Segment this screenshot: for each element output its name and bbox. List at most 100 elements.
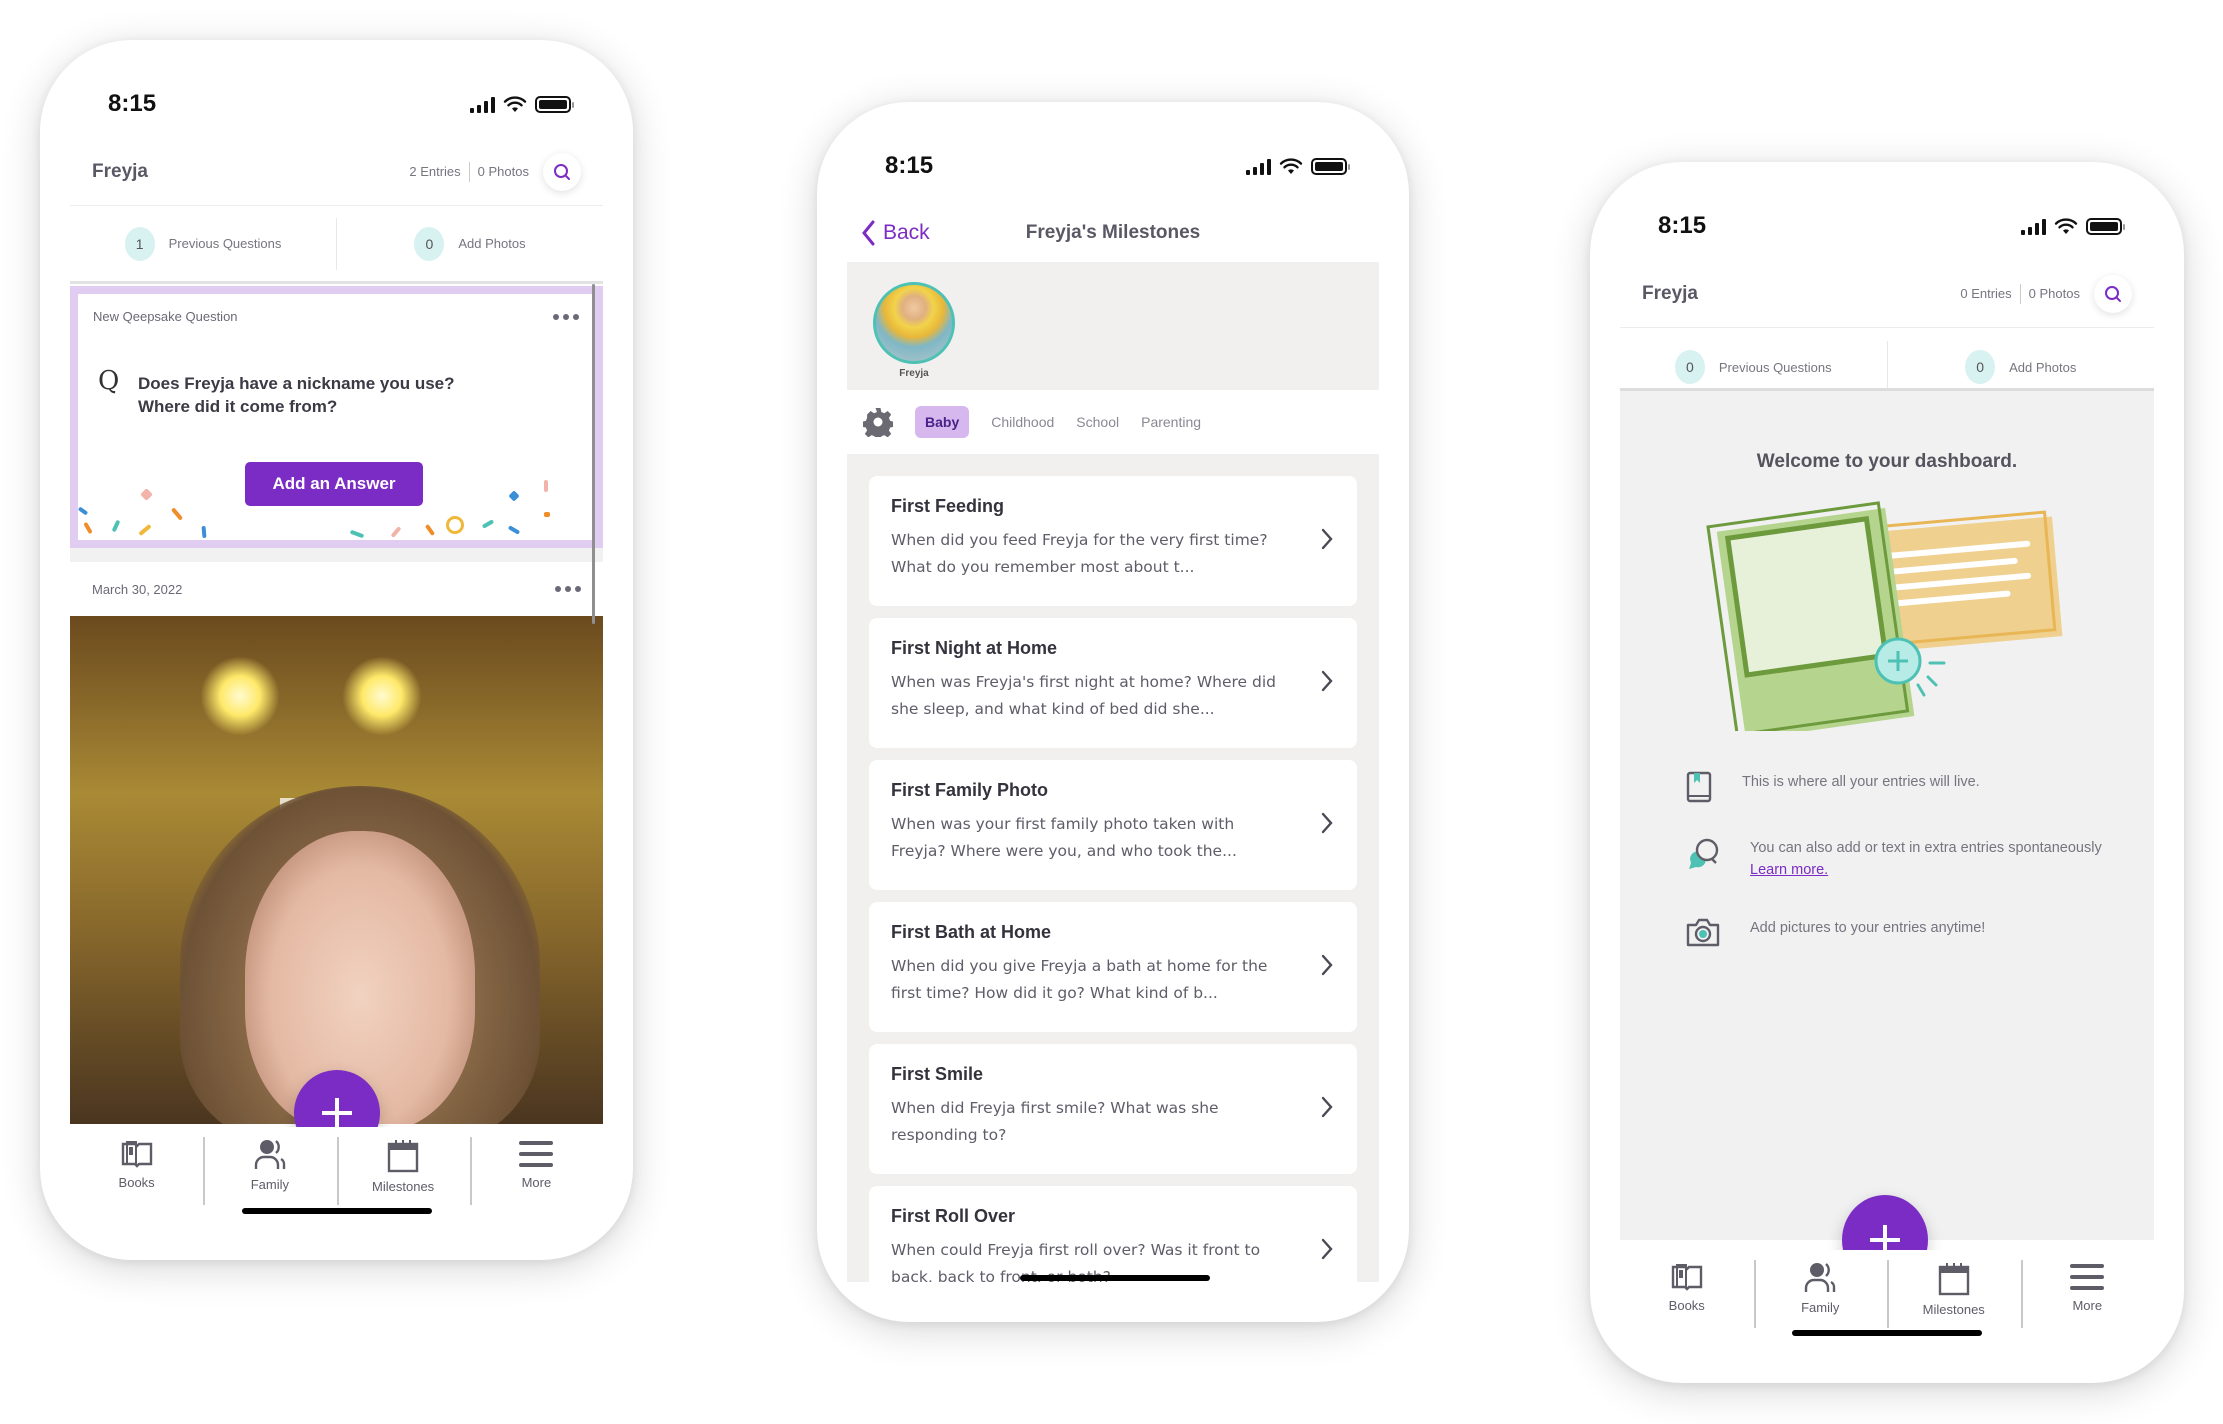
child-avatar[interactable]	[873, 282, 955, 364]
milestone-card[interactable]: First Family Photo When was your first fa…	[869, 760, 1357, 890]
book-icon	[1686, 771, 1712, 803]
previous-questions-button[interactable]: 0 Previous Questions	[1620, 350, 1887, 384]
milestone-card[interactable]: First Feeding When did you feed Freyja fo…	[869, 476, 1357, 606]
milestone-card[interactable]: First Roll Over When could Freyja first r…	[869, 1186, 1357, 1282]
question-card-label: New Qeepsake Question	[93, 309, 238, 324]
info-text-body: You can also add or text in extra entrie…	[1750, 840, 2102, 856]
wifi-icon	[2054, 218, 2078, 234]
calendar-icon	[1938, 1263, 1969, 1296]
question-q-icon: Q	[98, 366, 120, 396]
child-name: Freyja	[1642, 282, 1698, 304]
search-button[interactable]	[543, 152, 581, 191]
previous-questions-label: Previous Questions	[168, 236, 282, 251]
phone-dashboard-screen: 8:15 Freyja 0 Entries 0 Photos 0 Previou…	[1590, 162, 2184, 1383]
milestone-card[interactable]: First Night at Home When was Freyja's fir…	[869, 618, 1357, 748]
tab-baby[interactable]: Baby	[915, 406, 970, 438]
back-label: Back	[883, 221, 930, 244]
family-icon	[1805, 1263, 1836, 1292]
add-answer-button[interactable]: Add an Answer	[245, 462, 423, 506]
info-item-spontaneous: You can also add or text in extra entrie…	[1686, 837, 2102, 881]
tab-school[interactable]: School	[1076, 414, 1119, 430]
entries-count: 0 Entries	[1960, 286, 2012, 301]
photos-count: 0 Photos	[2028, 286, 2080, 301]
milestone-title: First Roll Over	[891, 1206, 1016, 1226]
tab-books[interactable]: Books	[70, 1127, 203, 1207]
tab-label: Family	[250, 1177, 290, 1192]
tab-family[interactable]: Family	[203, 1127, 336, 1207]
gear-icon[interactable]	[863, 407, 893, 437]
home-indicator[interactable]	[1020, 1275, 1210, 1281]
entry-photo[interactable]	[70, 616, 603, 1124]
question-line-2: Where did it come from?	[138, 397, 338, 416]
dashboard-panel: Welcome to your dashboard. This is where…	[1620, 388, 2154, 1240]
plus-icon	[322, 1098, 352, 1128]
tab-books[interactable]: Books	[1620, 1250, 1754, 1330]
learn-more-link[interactable]: Learn more.	[1750, 862, 1828, 878]
status-time: 8:15	[885, 152, 934, 179]
counts-divider	[2019, 283, 2021, 304]
more-options-icon[interactable]	[553, 314, 579, 320]
tab-label: Family	[1801, 1300, 1840, 1315]
open-book-icon	[121, 1141, 152, 1168]
welcome-heading: Welcome to your dashboard.	[1756, 451, 2018, 472]
milestone-card[interactable]: First Smile When did Freyja first smile? …	[869, 1044, 1357, 1174]
tab-more[interactable]: More	[2020, 1250, 2155, 1330]
search-button[interactable]	[2094, 274, 2132, 313]
milestone-card[interactable]: First Bath at Home When did you give Frey…	[869, 902, 1357, 1032]
status-time: 8:15	[108, 90, 157, 117]
entries-count: 2 Entries	[409, 164, 461, 179]
add-photos-count: 0	[1965, 350, 1996, 384]
question-card: New Qeepsake Question Q Does Freyja have…	[70, 286, 603, 548]
family-icon	[254, 1140, 286, 1169]
entry-more-options-icon[interactable]	[555, 586, 581, 592]
cellular-signal-icon	[2021, 218, 2046, 235]
tab-childhood[interactable]: Childhood	[991, 414, 1054, 430]
feed-content: Freyja 2 Entries 0 Photos 1 Previous Que…	[70, 138, 603, 1124]
add-photos-label: Add Photos	[458, 236, 526, 251]
chevron-right-icon	[1321, 670, 1333, 692]
tab-label: More	[2072, 1298, 2103, 1313]
tab-parenting[interactable]: Parenting	[1141, 414, 1201, 430]
milestone-description: When did you feed Freyja for the very fi…	[891, 531, 1268, 576]
dashboard-header: Freyja 0 Entries 0 Photos	[1620, 260, 2154, 328]
avatar-name: Freyja	[899, 368, 929, 379]
calendar-icon	[387, 1140, 419, 1173]
tab-milestones[interactable]: Milestones	[1887, 1250, 2021, 1330]
child-name: Freyja	[92, 160, 148, 182]
child-selector: Freyja	[847, 262, 1379, 390]
info-text: Add pictures to your entries anytime!	[1750, 920, 1986, 936]
previous-questions-label: Previous Questions	[1718, 359, 1832, 375]
chevron-right-icon	[1321, 954, 1333, 976]
camera-icon	[1686, 918, 1720, 947]
wifi-icon	[503, 96, 527, 112]
info-text: This is where all your entries will live…	[1742, 774, 1980, 790]
chat-bubbles-icon	[1689, 838, 1719, 869]
milestone-description: When was Freyja's first night at home? W…	[891, 673, 1276, 718]
info-text: You can also add or text in extra entrie…	[1750, 837, 2102, 881]
add-photos-button[interactable]: 0 Add Photos	[1888, 350, 2155, 384]
home-indicator[interactable]	[1792, 1330, 1982, 1336]
scrollbar[interactable]	[592, 284, 595, 624]
battery-icon	[535, 96, 574, 113]
back-button[interactable]: Back	[861, 220, 930, 246]
milestone-title: First Feeding	[891, 496, 1005, 516]
dashboard-illustration	[1706, 501, 2063, 731]
wifi-icon	[1279, 158, 1303, 174]
milestone-description: When did you give Freyja a bath at home …	[891, 957, 1268, 1002]
entry-header: March 30, 2022	[70, 548, 603, 616]
chevron-left-icon	[862, 220, 875, 246]
search-icon	[2105, 285, 2121, 302]
bottom-tab-bar: Books Family Milestones More	[1620, 1250, 2154, 1330]
tab-milestones[interactable]: Milestones	[336, 1127, 470, 1207]
tab-label: Milestones	[1922, 1302, 1985, 1317]
tab-family[interactable]: Family	[1753, 1250, 1888, 1330]
tab-label: Milestones	[372, 1179, 435, 1194]
previous-questions-button[interactable]: 1 Previous Questions	[70, 226, 336, 261]
home-indicator[interactable]	[242, 1208, 432, 1214]
previous-questions-count: 0	[1674, 350, 1705, 384]
tab-more[interactable]: More	[469, 1127, 603, 1207]
milestone-title: First Night at Home	[891, 638, 1058, 658]
chevron-right-icon	[1321, 812, 1333, 834]
add-photos-button[interactable]: 0 Add Photos	[337, 226, 603, 261]
battery-icon	[2086, 218, 2125, 235]
